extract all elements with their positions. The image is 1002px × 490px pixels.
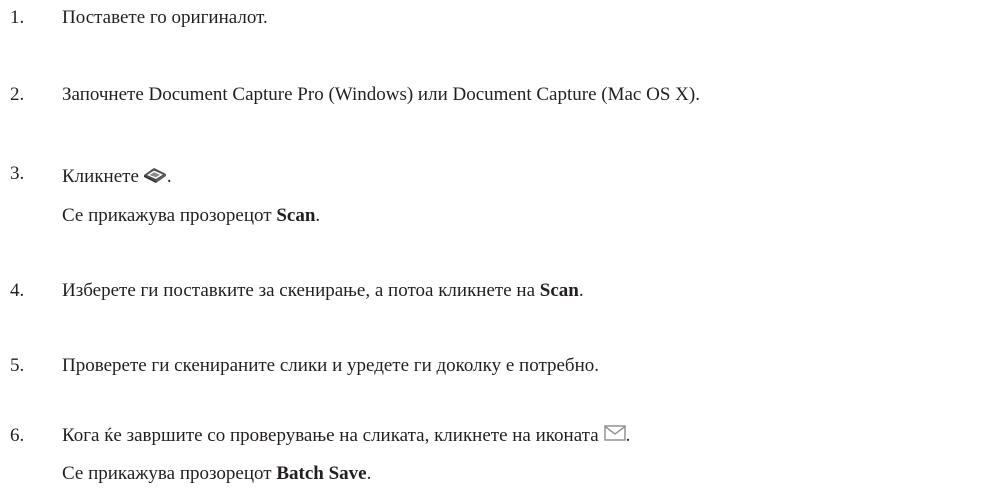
step-3-note-suffix: . [315,205,321,226]
batch-save-window-name: Batch Save [276,463,367,484]
step-3-text: Кликнете . [62,162,172,189]
step-1-number: 1. [10,7,25,28]
step-5-number: 5. [10,355,25,376]
step-5-text: Проверете ги скенираните слики и уредете… [62,355,600,376]
scan-window-name: Scan [276,205,316,226]
step-4-text-suffix: . [578,280,584,301]
step-3-text-before: Кликнете [62,166,139,187]
step-3-note: Се прикажува прозорецот Scan. [62,204,320,228]
step-3-note-prefix: Се прикажува прозорецот [62,205,277,226]
step-6-number: 6. [10,425,25,446]
step-3-number: 3. [10,163,25,184]
step-6-note: Се прикажува прозорецот Batch Save. [62,462,371,486]
email-icon [603,425,626,441]
step-1-text: Поставете го оригиналот. [62,7,268,28]
step-3-text-after: . [166,166,172,187]
step-6-note-suffix: . [366,463,372,484]
scan-button-name: Scan [539,280,579,301]
step-2-text: Започнете Document Capture Pro (Windows)… [62,84,700,105]
step-6-note-prefix: Се прикажува прозорецот [62,463,277,484]
step-2-number: 2. [10,84,25,105]
step-6-text-after: . [625,425,631,446]
step-6-text-before: Кога ќе завршите со проверување на слика… [62,425,599,446]
step-6-text: Кога ќе завршите со проверување на слика… [62,424,630,448]
instruction-list: 1. Поставете го оригиналот. 2. Започнете… [0,0,1002,490]
scanner-icon [143,164,167,184]
step-4-text-prefix: Изберете ги поставките за скенирање, а п… [62,280,540,301]
step-4-number: 4. [10,280,25,301]
step-4-text: Изберете ги поставките за скенирање, а п… [62,279,584,303]
